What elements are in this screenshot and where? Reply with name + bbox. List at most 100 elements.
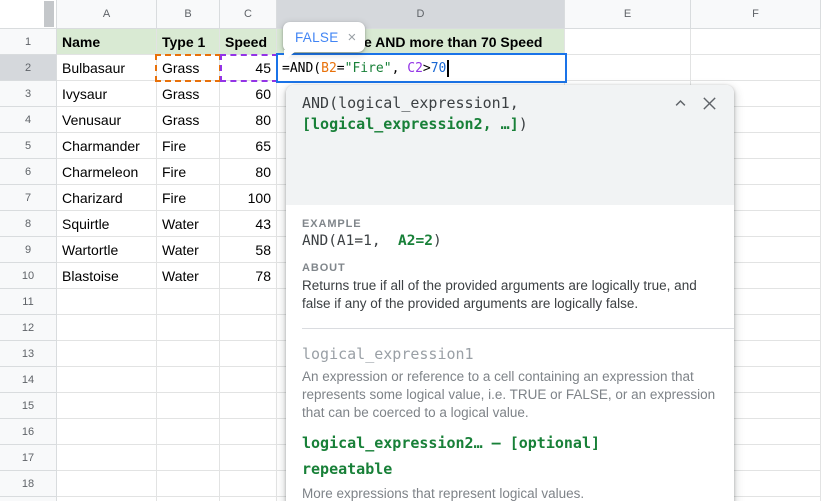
row-header-13[interactable]: 13 xyxy=(0,341,57,367)
cell-A7[interactable]: Charizard xyxy=(57,185,157,211)
cell-C13[interactable] xyxy=(220,341,277,367)
column-header-C[interactable]: C xyxy=(220,0,277,29)
cell-A6[interactable]: Charmeleon xyxy=(57,159,157,185)
cell-B4[interactable]: Grass xyxy=(157,107,220,133)
cell-B17[interactable] xyxy=(157,445,220,471)
cell-C16[interactable] xyxy=(220,419,277,445)
column-header-B[interactable]: B xyxy=(157,0,220,29)
cell-B19[interactable] xyxy=(157,497,220,501)
cell-A9[interactable]: Wartortle xyxy=(57,237,157,263)
row-header-19[interactable] xyxy=(0,497,57,501)
cell-B7[interactable]: Fire xyxy=(157,185,220,211)
cell-B11[interactable] xyxy=(157,289,220,315)
column-header-A[interactable]: A xyxy=(57,0,157,29)
row-header-5[interactable]: 5 xyxy=(0,133,57,159)
cell-A3[interactable]: Ivysaur xyxy=(57,81,157,107)
cell-C7[interactable]: 100 xyxy=(220,185,277,211)
cell-B3[interactable]: Grass xyxy=(157,81,220,107)
column-header-E[interactable]: E xyxy=(565,0,691,29)
param2-repeatable-tag: repeatable xyxy=(302,460,393,478)
cell-C14[interactable] xyxy=(220,367,277,393)
row-header-1[interactable]: 1 xyxy=(0,29,57,55)
row-header-8[interactable]: 8 xyxy=(0,211,57,237)
cell-B9[interactable]: Water xyxy=(157,237,220,263)
cell-B5[interactable]: Fire xyxy=(157,133,220,159)
cell-F1[interactable] xyxy=(691,29,821,55)
cell-B12[interactable] xyxy=(157,315,220,341)
cell-C11[interactable] xyxy=(220,289,277,315)
row-header-2[interactable]: 2 xyxy=(0,55,57,81)
row-header-7[interactable]: 7 xyxy=(0,185,57,211)
cell-A5[interactable]: Charmander xyxy=(57,133,157,159)
cell-A11[interactable] xyxy=(57,289,157,315)
cell-A10[interactable]: Blastoise xyxy=(57,263,157,289)
formula-token: , xyxy=(391,60,408,76)
row-header-18[interactable]: 18 xyxy=(0,471,57,497)
cell-A4[interactable]: Venusaur xyxy=(57,107,157,133)
cell-A18[interactable] xyxy=(57,471,157,497)
cell-E2[interactable] xyxy=(565,55,691,81)
cell-B18[interactable] xyxy=(157,471,220,497)
cell-C6[interactable]: 80 xyxy=(220,159,277,185)
cell-B10[interactable]: Water xyxy=(157,263,220,289)
cell-B1[interactable]: Type 1 xyxy=(157,29,220,55)
row-header-3[interactable]: 3 xyxy=(0,81,57,107)
signature-line1: AND(logical_expression1, xyxy=(302,94,519,112)
cell-A16[interactable] xyxy=(57,419,157,445)
row-header-17[interactable]: 17 xyxy=(0,445,57,471)
row-header-15[interactable]: 15 xyxy=(0,393,57,419)
cell-C4[interactable]: 80 xyxy=(220,107,277,133)
cell-A14[interactable] xyxy=(57,367,157,393)
cell-A17[interactable] xyxy=(57,445,157,471)
cell-A13[interactable] xyxy=(57,341,157,367)
cell-B15[interactable] xyxy=(157,393,220,419)
cell-C3[interactable]: 60 xyxy=(220,81,277,107)
row-header-6[interactable]: 6 xyxy=(0,159,57,185)
row-header-16[interactable]: 16 xyxy=(0,419,57,445)
close-icon[interactable] xyxy=(701,95,718,112)
cell-C10[interactable]: 78 xyxy=(220,263,277,289)
cell-F2[interactable] xyxy=(691,55,821,81)
cell-C18[interactable] xyxy=(220,471,277,497)
select-all-corner[interactable] xyxy=(0,0,57,29)
cell-C2[interactable]: 45 xyxy=(220,55,277,81)
cell-B2[interactable]: Grass xyxy=(157,55,220,81)
cell-C15[interactable] xyxy=(220,393,277,419)
cell-B13[interactable] xyxy=(157,341,220,367)
cell-C12[interactable] xyxy=(220,315,277,341)
close-icon[interactable]: × xyxy=(348,30,357,45)
cell-A12[interactable] xyxy=(57,315,157,341)
cell-C5[interactable]: 65 xyxy=(220,133,277,159)
collapse-chevron-up-icon[interactable] xyxy=(673,96,688,111)
cell-B14[interactable] xyxy=(157,367,220,393)
cell-A8[interactable]: Squirtle xyxy=(57,211,157,237)
cell-A1[interactable]: Name xyxy=(57,29,157,55)
row-header-12[interactable]: 12 xyxy=(0,315,57,341)
cell-A2[interactable]: Bulbasaur xyxy=(57,55,157,81)
row-header-10[interactable]: 10 xyxy=(0,263,57,289)
row-header-11[interactable]: 11 xyxy=(0,289,57,315)
formula-token: =AND( xyxy=(282,60,322,76)
text-caret xyxy=(447,59,449,77)
formula-token: 70 xyxy=(430,60,447,76)
cell-B8[interactable]: Water xyxy=(157,211,220,237)
param1-description: An expression or reference to a cell con… xyxy=(302,369,716,420)
cell-C17[interactable] xyxy=(220,445,277,471)
column-header-F[interactable]: F xyxy=(691,0,821,29)
cell-C19[interactable] xyxy=(220,497,277,501)
chip-tail xyxy=(284,50,297,61)
row-header-14[interactable]: 14 xyxy=(0,367,57,393)
result-value: FALSE xyxy=(295,29,339,45)
cell-A15[interactable] xyxy=(57,393,157,419)
row-header-4[interactable]: 4 xyxy=(0,107,57,133)
cell-B6[interactable]: Fire xyxy=(157,159,220,185)
cell-C1[interactable]: Speed xyxy=(220,29,277,55)
cell-C8[interactable]: 43 xyxy=(220,211,277,237)
popup-controls xyxy=(673,95,718,112)
cell-A19[interactable] xyxy=(57,497,157,501)
cell-B16[interactable] xyxy=(157,419,220,445)
formula-edit-cell[interactable]: =AND(B2="Fire", C2>70 xyxy=(276,53,567,83)
cell-C9[interactable]: 58 xyxy=(220,237,277,263)
cell-E1[interactable] xyxy=(565,29,691,55)
row-header-9[interactable]: 9 xyxy=(0,237,57,263)
